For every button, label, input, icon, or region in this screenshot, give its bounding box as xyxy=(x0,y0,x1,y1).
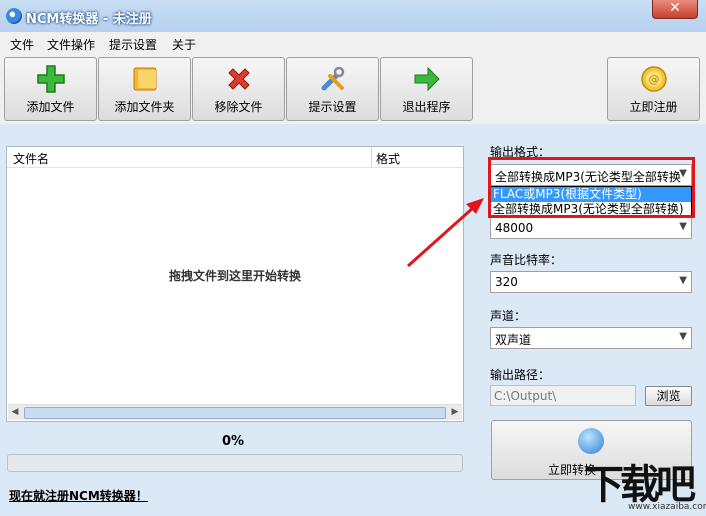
annotation-arrow xyxy=(407,198,484,268)
